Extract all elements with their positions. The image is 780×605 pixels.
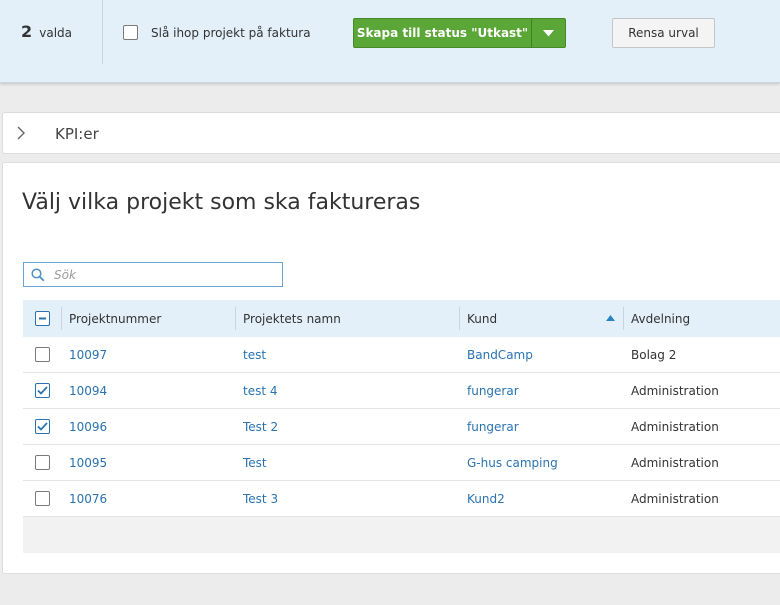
project-number-link[interactable]: 10094 — [69, 384, 107, 398]
create-draft-split-button: Skapa till status "Utkast" — [353, 18, 566, 48]
table-row[interactable]: 10095 Test G-hus camping Administration — [23, 445, 780, 481]
project-table: Projektnummer Projektets namn Kund Avdel… — [23, 300, 780, 553]
table-cell: 10095 — [61, 456, 235, 470]
caret-down-icon — [543, 29, 554, 36]
table-row[interactable]: 10094 test 4 fungerar Administration — [23, 373, 780, 409]
project-number-link[interactable]: 10096 — [69, 420, 107, 434]
selected-count-label: valda — [39, 26, 72, 40]
minus-checkbox-icon — [39, 317, 46, 320]
department-text: Bolag 2 — [631, 347, 677, 362]
search-box[interactable] — [23, 262, 283, 287]
table-cell: 10076 — [61, 492, 235, 506]
page-title: Välj vilka projekt som ska faktureras — [22, 190, 421, 215]
table-cell: Test 2 — [235, 420, 459, 434]
table-cell: test — [235, 348, 459, 362]
table-cell: BandCamp — [459, 348, 623, 362]
project-name-link[interactable]: test — [243, 348, 266, 362]
select-all-checkbox[interactable] — [35, 311, 50, 326]
table-cell: Test — [235, 456, 459, 470]
column-label: Kund — [467, 311, 498, 326]
column-label: Projektets namn — [243, 311, 341, 326]
table-cell: fungerar — [459, 384, 623, 398]
table-cell: 10094 — [61, 384, 235, 398]
search-input[interactable] — [54, 267, 254, 282]
kpi-title: KPI:er — [55, 125, 99, 143]
customer-link[interactable]: G-hus camping — [467, 456, 558, 470]
row-checkbox[interactable] — [35, 419, 50, 434]
table-cell: Kund2 — [459, 492, 623, 506]
project-name-link[interactable]: test 4 — [243, 384, 278, 398]
column-header-project-name[interactable]: Projektets namn — [235, 300, 459, 337]
department-text: Administration — [631, 455, 719, 470]
sort-ascending-icon — [606, 315, 615, 321]
department-text: Administration — [631, 491, 719, 506]
project-number-link[interactable]: 10097 — [69, 348, 107, 362]
clear-selection-button[interactable]: Rensa urval — [612, 18, 715, 48]
divider — [102, 0, 103, 64]
table-cell: fungerar — [459, 420, 623, 434]
create-draft-label: Skapa till status "Utkast" — [356, 26, 529, 40]
customer-link[interactable]: BandCamp — [467, 348, 533, 362]
table-cell: test 4 — [235, 384, 459, 398]
table-cell: 10096 — [61, 420, 235, 434]
column-header-customer[interactable]: Kund — [459, 300, 623, 337]
project-number-link[interactable]: 10095 — [69, 456, 107, 470]
merge-invoice-checkbox[interactable] — [123, 25, 138, 40]
project-selection-card: Välj vilka projekt som ska faktureras Pr… — [2, 162, 780, 574]
table-cell: 10097 — [61, 348, 235, 362]
table-footer — [23, 517, 780, 553]
checkmark-icon — [37, 422, 48, 431]
create-draft-dropdown[interactable] — [531, 19, 565, 47]
column-header-project-number[interactable]: Projektnummer — [61, 300, 235, 337]
selected-count: 2 — [21, 22, 33, 41]
project-name-link[interactable]: Test 2 — [243, 420, 278, 434]
customer-link[interactable]: fungerar — [467, 384, 519, 398]
column-header-department[interactable]: Avdelning — [623, 300, 780, 337]
table-body: 10097 test BandCamp Bolag 2 10094 test 4 funge… — [23, 337, 780, 517]
table-cell: Test 3 — [235, 492, 459, 506]
project-number-link[interactable]: 10076 — [69, 492, 107, 506]
table-row[interactable]: 10097 test BandCamp Bolag 2 — [23, 337, 780, 373]
project-name-link[interactable]: Test — [243, 456, 267, 470]
row-checkbox-cell — [23, 383, 61, 398]
row-checkbox-cell — [23, 491, 61, 506]
column-label: Avdelning — [631, 311, 691, 326]
header-checkbox-cell — [23, 300, 61, 337]
search-icon — [31, 267, 45, 282]
merge-invoice-label: Slå ihop projekt på faktura — [151, 25, 311, 40]
customer-link[interactable]: Kund2 — [467, 492, 505, 506]
checkmark-icon — [37, 386, 48, 395]
merge-invoice-option[interactable]: Slå ihop projekt på faktura — [123, 25, 311, 40]
table-cell: Administration — [623, 492, 780, 506]
row-checkbox[interactable] — [35, 455, 50, 470]
kpi-panel[interactable]: KPI:er — [2, 112, 780, 154]
table-header: Projektnummer Projektets namn Kund Avdel… — [23, 300, 780, 337]
table-row[interactable]: 10096 Test 2 fungerar Administration — [23, 409, 780, 445]
table-cell: Bolag 2 — [623, 348, 780, 362]
clear-selection-label: Rensa urval — [628, 26, 699, 40]
column-label: Projektnummer — [69, 311, 162, 326]
department-text: Administration — [631, 383, 719, 398]
row-checkbox[interactable] — [35, 347, 50, 362]
create-draft-button[interactable]: Skapa till status "Utkast" — [354, 19, 531, 47]
table-cell: G-hus camping — [459, 456, 623, 470]
table-cell: Administration — [623, 420, 780, 434]
project-name-link[interactable]: Test 3 — [243, 492, 278, 506]
table-cell: Administration — [623, 384, 780, 398]
row-checkbox-cell — [23, 455, 61, 470]
row-checkbox[interactable] — [35, 491, 50, 506]
table-row[interactable]: 10076 Test 3 Kund2 Administration — [23, 481, 780, 517]
row-checkbox-cell — [23, 419, 61, 434]
department-text: Administration — [631, 419, 719, 434]
table-cell: Administration — [623, 456, 780, 470]
selection-count: 2 valda — [21, 22, 72, 41]
selection-bar: 2 valda Slå ihop projekt på faktura Skap… — [0, 0, 780, 83]
customer-link[interactable]: fungerar — [467, 420, 519, 434]
row-checkbox[interactable] — [35, 383, 50, 398]
chevron-right-icon[interactable] — [16, 126, 26, 140]
row-checkbox-cell — [23, 347, 61, 362]
